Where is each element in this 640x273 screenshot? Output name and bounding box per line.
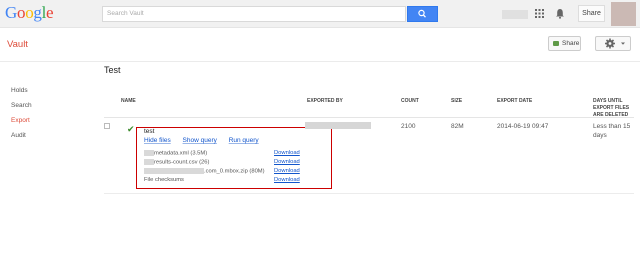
column-header-export-date: EXPORT DATE (497, 98, 533, 104)
logo-letter: g (33, 3, 42, 22)
page-title: Test (104, 65, 121, 75)
export-count: 2100 (401, 123, 416, 130)
logo-letter: e (46, 3, 54, 22)
column-header-days-until: DAYS UNTIL EXPORT FILES ARE DELETED (593, 98, 629, 119)
export-size: 82M (451, 123, 464, 130)
column-header-exported-by: EXPORTED BY (307, 98, 343, 104)
row-checkbox[interactable] (104, 123, 110, 129)
column-header-name: NAME (121, 98, 136, 104)
days-until-deleted: Less than 15 days (593, 123, 633, 140)
apps-grid-icon[interactable] (535, 9, 544, 18)
completed-check-icon: ✔ (127, 124, 135, 134)
days-until-deleted-line-2: days (593, 131, 607, 139)
highlight-box (136, 127, 332, 189)
chevron-down-icon (621, 42, 625, 45)
logo-letter: o (16, 3, 26, 22)
share-button-top[interactable]: Share (578, 5, 605, 22)
account-name-redacted (502, 10, 528, 19)
share-icon (553, 41, 559, 46)
column-header-count: COUNT (401, 98, 419, 104)
header-divider (104, 117, 634, 118)
nav-item-audit[interactable]: Audit (11, 132, 32, 147)
google-top-bar: Google Search Vault Share (0, 0, 640, 28)
share-button-label: Share (562, 40, 580, 47)
days-until-line-1: DAYS UNTIL (593, 98, 623, 104)
logo-letter: G (5, 3, 17, 22)
search-icon (418, 9, 426, 18)
app-bar: Vault Share (0, 28, 640, 62)
search-button[interactable] (407, 6, 438, 22)
days-until-deleted-line-1: Less than 15 (593, 123, 631, 130)
search-input[interactable]: Search Vault (102, 6, 406, 22)
share-button[interactable]: Share (548, 36, 581, 51)
row-divider (104, 193, 634, 194)
export-date: 2014-06-19 09:47 (497, 123, 549, 130)
left-nav: Holds Search Export Audit (11, 87, 32, 147)
gear-icon (605, 38, 625, 49)
exported-by-redacted (305, 122, 371, 129)
settings-button[interactable] (595, 36, 631, 51)
column-header-size: SIZE (451, 98, 463, 104)
nav-item-search[interactable]: Search (11, 102, 32, 117)
notifications-bell-icon[interactable] (555, 8, 565, 19)
google-logo[interactable]: Google (5, 3, 54, 22)
avatar[interactable] (611, 2, 636, 26)
days-until-line-2: EXPORT FILES (593, 105, 630, 111)
app-title[interactable]: Vault (7, 39, 28, 50)
nav-item-holds[interactable]: Holds (11, 87, 32, 102)
nav-item-export[interactable]: Export (11, 117, 32, 132)
